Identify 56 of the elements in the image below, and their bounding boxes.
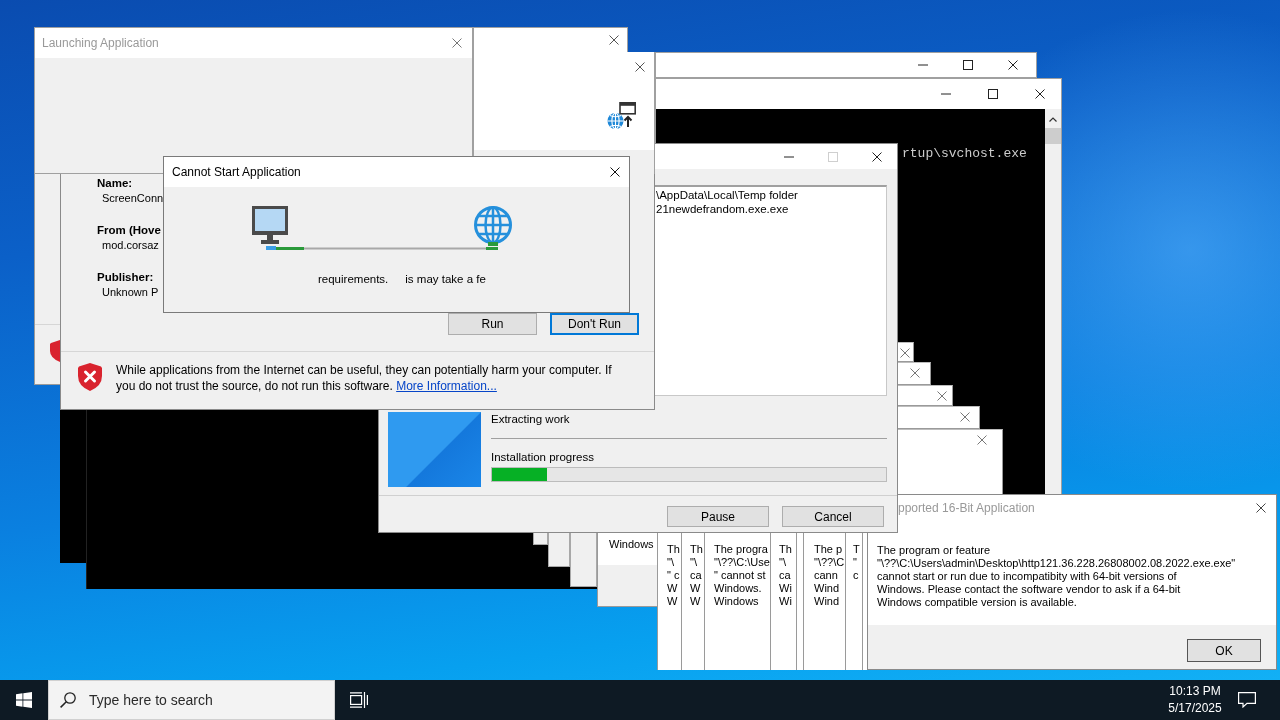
maximize-icon[interactable] (963, 60, 973, 70)
close-icon[interactable] (1035, 89, 1045, 99)
close-icon[interactable] (635, 62, 645, 72)
search-field[interactable]: Type here to search (48, 680, 335, 720)
close-icon[interactable] (610, 167, 620, 177)
field-label: From (Hove (97, 223, 161, 238)
dialog-message: The progra "\??\C:\Use " cannot st Windows. Windows (714, 543, 770, 608)
speech-bubble-icon[interactable] (1238, 692, 1256, 708)
window-title: Cannot Start Application (172, 165, 301, 179)
field-label: Publisher: (97, 270, 154, 285)
close-icon[interactable] (872, 151, 882, 162)
window-title: Launching Application (42, 36, 159, 50)
log-line: \AppData\Local\Temp folder (656, 188, 799, 202)
dialog-message: T " c (853, 543, 860, 582)
field-value: Unknown P (102, 285, 159, 300)
run-button[interactable]: Run (448, 313, 537, 335)
field-label: Name: (97, 176, 133, 191)
close-icon[interactable] (1256, 503, 1266, 513)
clock-date[interactable]: 5/17/2025 (1168, 700, 1222, 717)
more-information-link[interactable]: More Information... (396, 379, 497, 393)
scrollbar[interactable] (1045, 109, 1061, 494)
shield-icon (50, 340, 60, 362)
ok-button[interactable]: OK (1187, 639, 1261, 662)
log-line: 21newdefrandom.exe.exe (656, 202, 790, 216)
monitor-icon (252, 206, 288, 244)
cancel-button[interactable]: Cancel (782, 506, 884, 527)
globe-icon (474, 206, 512, 246)
status-text: requirements. (318, 272, 389, 286)
dialog-message: Th "\ " c W W (667, 543, 680, 608)
progress-label: Installation progress (491, 450, 595, 464)
close-icon[interactable] (609, 35, 619, 45)
dont-run-button[interactable]: Don't Run (550, 313, 639, 335)
warning-text: While applications from the Internet can be useful, they can potentially harm your computer. If you do not trust the source, do not run this software. More Information... (116, 362, 613, 394)
status-text: is may take a fe (405, 272, 486, 286)
field-value: mod.corsaz (102, 238, 159, 253)
start-icon[interactable] (16, 692, 32, 708)
dialog-message: The program or feature "\??\C:\Users\admin\Desktop\http121.36.228.26808002.08.2022.exe.exe" cannot start or run due to incompatibity with 64-bit versions of Windows. Please contact the software vendor to ask if a 64-bit Windows compatible version is available. (877, 544, 1236, 609)
console-output: rtup\svchost.exe (902, 146, 1027, 161)
minimize-icon[interactable] (784, 155, 794, 158)
dialog-message: Windows (609, 538, 654, 551)
close-icon[interactable] (1008, 60, 1018, 70)
clock-time[interactable]: 10:13 PM (1169, 683, 1221, 700)
scrollbar-thumb[interactable] (1045, 128, 1061, 144)
pause-button[interactable]: Pause (667, 506, 769, 527)
task-view-icon[interactable] (350, 692, 368, 708)
dialog-message: Th "\ ca W W (690, 543, 703, 608)
dialog-message: Th "\ ca Wi Wi (779, 543, 792, 608)
shield-icon (78, 363, 102, 391)
status-text: Extracting work (491, 412, 571, 426)
maximize-icon[interactable] (988, 89, 998, 99)
globe-monitor-icon (607, 102, 636, 130)
field-value: ScreenConn (102, 191, 164, 206)
dialog-message: The p "\??\C cann Wind Wind (814, 543, 845, 608)
search-icon (60, 692, 76, 708)
window-title: pported 16-Bit Application (898, 501, 1035, 515)
chevron-up-icon[interactable] (1049, 117, 1057, 122)
